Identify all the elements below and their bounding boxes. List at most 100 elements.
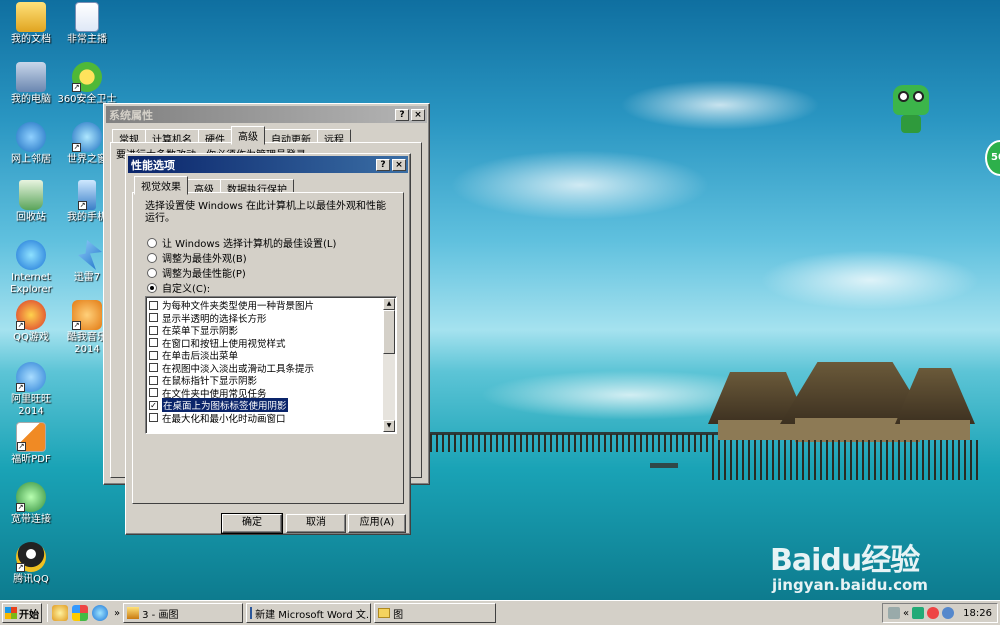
radio-button[interactable] — [147, 282, 157, 293]
radio-best-performance[interactable]: 调整为最佳性能(P) — [147, 265, 246, 280]
checkbox-checked[interactable]: ✓ — [149, 400, 158, 410]
visual-effects-description: 选择设置使 Windows 在此计算机上以最佳外观和性能运行。 — [145, 201, 386, 224]
list-item[interactable]: 在视图中淡入淡出或滑动工具条提示 — [146, 362, 382, 375]
list-item[interactable]: 在最大化和最小化时动画窗口 — [146, 412, 382, 425]
list-item[interactable]: 在单击后淡出菜单 — [146, 349, 382, 362]
folder-icon — [378, 608, 391, 618]
radio-label: 让 Windows 选择计算机的最佳设置(L) — [162, 239, 337, 250]
checkbox[interactable] — [149, 313, 158, 323]
desktop-icon-360[interactable]: ↗ 360安全卫士 — [56, 62, 118, 106]
task-folder[interactable]: 图 — [374, 603, 497, 623]
checkbox[interactable] — [149, 363, 158, 373]
tray-volume-icon[interactable] — [942, 607, 955, 619]
list-item[interactable]: 在鼠标指针下显示阴影 — [146, 374, 382, 387]
visual-effects-list[interactable]: 为每种文件夹类型使用一种背景图片 显示半透明的选择长方形 在菜单下显示阴影 在窗… — [145, 296, 397, 434]
radio-button[interactable] — [147, 237, 157, 248]
watermark-url: jingyan.baidu.com — [772, 576, 928, 594]
performance-options-titlebar[interactable]: 性能选项 ? × — [128, 156, 408, 173]
radio-let-windows-choose[interactable]: 让 Windows 选择计算机的最佳设置(L) — [147, 235, 336, 250]
desktop-icon-foxit[interactable]: ↗ 福昕PDF — [0, 422, 62, 466]
checkbox[interactable] — [149, 388, 158, 398]
taskbar-divider — [47, 604, 48, 622]
desktop-icon-my-documents[interactable]: 我的文档 — [0, 2, 62, 46]
radio-button[interactable] — [147, 252, 157, 263]
scroll-down-icon[interactable]: ▼ — [383, 420, 395, 432]
tab-advanced[interactable]: 高级 — [231, 126, 265, 145]
paint-icon — [127, 607, 140, 619]
checkbox[interactable] — [149, 325, 158, 335]
desktop-icon-word-doc[interactable]: 非常主播 — [56, 2, 118, 46]
scroll-thumb[interactable] — [383, 310, 395, 354]
desktop-icon-qq-game[interactable]: ↗ QQ游戏 — [0, 300, 62, 344]
desktop-icon-network[interactable]: 网上邻居 — [0, 122, 62, 166]
checkbox[interactable] — [149, 375, 158, 385]
desktop-icon-ie[interactable]: Internet Explorer — [0, 240, 62, 296]
tray-network-icon[interactable] — [912, 607, 925, 619]
floating-ball-widget[interactable]: 50 — [985, 140, 1000, 176]
radio-button[interactable] — [147, 267, 157, 278]
visual-effects-panel: 选择设置使 Windows 在此计算机上以最佳外观和性能运行。 让 Window… — [132, 192, 404, 504]
apply-button[interactable]: 应用(A) — [348, 514, 406, 533]
performance-options-window[interactable]: 性能选项 ? × 视觉效果 高级 数据执行保护 选择设置使 Windows 在此… — [125, 153, 411, 535]
tray-keyboard-icon[interactable] — [888, 607, 901, 619]
ok-button[interactable]: 确定 — [221, 513, 283, 534]
word-doc-icon — [75, 2, 99, 32]
word-task-icon — [250, 607, 253, 619]
list-item[interactable]: 在菜单下显示阴影 — [146, 324, 382, 337]
media-icon[interactable] — [72, 605, 88, 621]
checkbox[interactable] — [149, 350, 158, 360]
list-item[interactable]: 在窗口和按钮上使用视觉样式 — [146, 337, 382, 350]
desktop-icon-label: QQ游戏 — [13, 332, 49, 343]
hut-roof — [895, 368, 975, 424]
checkbox[interactable] — [149, 300, 158, 310]
task-word[interactable]: 新建 Microsoft Word 文... — [246, 603, 372, 623]
show-desktop-icon[interactable] — [52, 605, 68, 621]
list-item[interactable]: 显示半透明的选择长方形 — [146, 312, 382, 325]
desktop-pet-widget[interactable] — [893, 85, 929, 135]
desktop-icon-recycle-bin[interactable]: 回收站 — [0, 180, 62, 224]
desktop-icon-aliwangwang[interactable]: ↗ 阿里旺旺 2014 — [0, 362, 62, 418]
checkbox[interactable] — [149, 338, 158, 348]
clock[interactable]: 18:26 — [963, 608, 992, 619]
kuwo-music-icon: ↗ — [72, 300, 102, 330]
tab-visual-effects[interactable]: 视觉效果 — [134, 176, 188, 195]
help-button[interactable]: ? — [395, 108, 409, 121]
tray-expand-icon[interactable]: « — [903, 608, 909, 619]
recycle-bin-icon — [19, 180, 43, 210]
task-paint[interactable]: 3 - 画图 — [123, 603, 244, 623]
radio-label: 调整为最佳外观(B) — [162, 254, 247, 265]
ie-quick-icon[interactable] — [92, 605, 108, 621]
start-button[interactable]: 开始 — [2, 603, 42, 623]
list-item[interactable]: 为每种文件夹类型使用一种背景图片 — [146, 299, 382, 312]
arrows-icon[interactable]: » — [114, 608, 120, 619]
desktop-icon-label: Internet Explorer — [10, 272, 52, 295]
scroll-up-icon[interactable]: ▲ — [383, 298, 395, 310]
desktop-icon-my-computer[interactable]: 我的电脑 — [0, 62, 62, 106]
desktop-icon-qq[interactable]: ↗ 腾讯QQ — [0, 542, 62, 586]
thunder-icon — [78, 240, 102, 270]
radio-custom[interactable]: 自定义(C): — [147, 280, 210, 295]
cancel-button[interactable]: 取消 — [286, 514, 346, 533]
theworld-browser-icon: ↗ — [72, 122, 102, 152]
my-documents-icon — [16, 2, 46, 32]
system-tray: « 18:26 — [882, 603, 998, 623]
desktop-icon-broadband[interactable]: ↗ 宽带连接 — [0, 482, 62, 526]
window-title: 性能选项 — [131, 158, 175, 172]
close-button[interactable]: × — [411, 108, 425, 121]
effects-list-items: 为每种文件夹类型使用一种背景图片 显示半透明的选择长方形 在菜单下显示阴影 在窗… — [146, 299, 382, 425]
pier-stilts — [430, 434, 720, 452]
help-button[interactable]: ? — [376, 158, 390, 171]
tray-security-icon[interactable] — [927, 607, 940, 619]
list-item-selected[interactable]: ✓ 在桌面上为图标标签使用阴影 — [146, 398, 382, 413]
qq-game-icon: ↗ — [16, 300, 46, 330]
list-scrollbar[interactable]: ▲ ▼ — [383, 298, 395, 432]
aliwangwang-icon: ↗ — [16, 362, 46, 392]
list-item[interactable]: 在文件夹中使用常见任务 — [146, 387, 382, 400]
radio-best-appearance[interactable]: 调整为最佳外观(B) — [147, 250, 247, 265]
system-properties-titlebar[interactable]: 系统属性 ? × — [106, 106, 427, 123]
desktop-icon-label: 酷我音乐 2014 — [67, 332, 107, 355]
windows-logo-icon — [5, 607, 17, 619]
list-item-label: 在最大化和最小化时动画窗口 — [162, 413, 286, 425]
close-button[interactable]: × — [392, 158, 406, 171]
checkbox[interactable] — [149, 413, 158, 423]
